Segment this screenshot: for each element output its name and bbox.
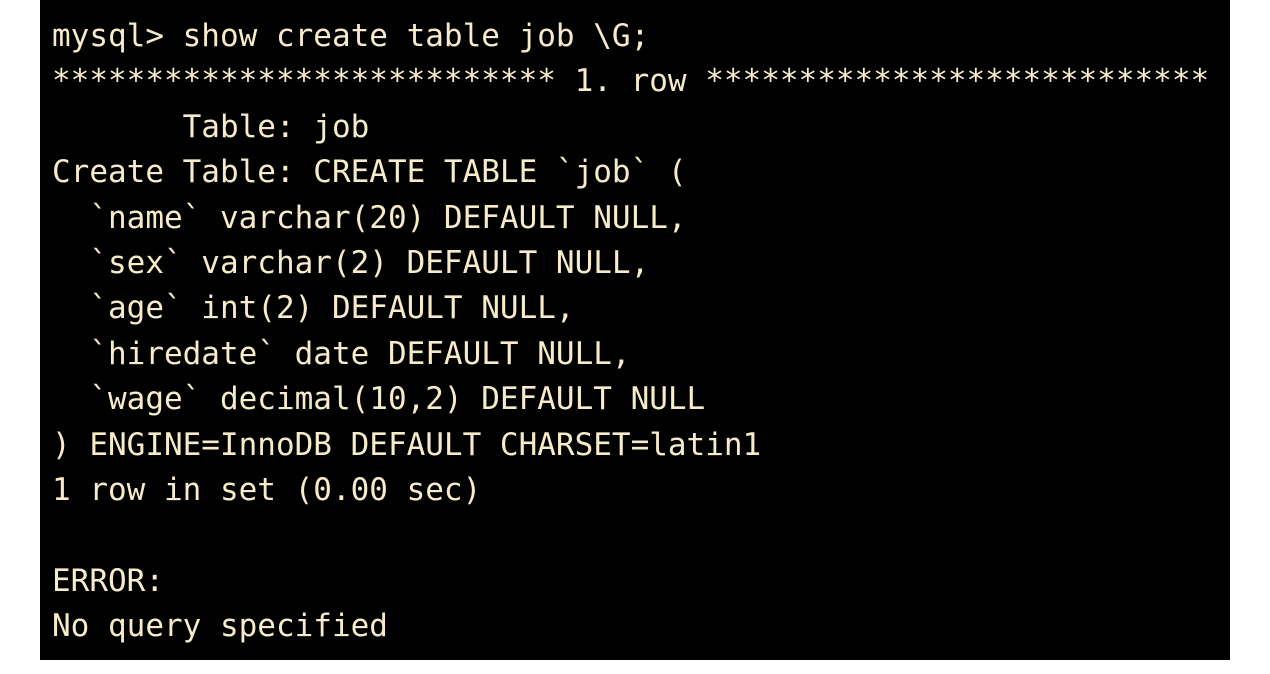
- create-table-line: Create Table: CREATE TABLE `job` (: [52, 154, 687, 191]
- column-definition-hiredate: `hiredate` date DEFAULT NULL,: [52, 335, 631, 372]
- row-count-line: 1 row in set (0.00 sec): [52, 471, 482, 508]
- terminal-window[interactable]: mysql> show create table job \G; *******…: [40, 0, 1230, 660]
- terminal-output: mysql> show create table job \G; *******…: [52, 14, 1230, 649]
- command-prompt-line: mysql> show create table job \G;: [52, 18, 650, 54]
- column-definition-sex: `sex` varchar(2) DEFAULT NULL,: [52, 244, 650, 281]
- table-name-line: Table: job: [52, 108, 370, 145]
- column-definition-wage: `wage` decimal(10,2) DEFAULT NULL: [52, 381, 706, 418]
- column-definition-age: `age` int(2) DEFAULT NULL,: [52, 290, 575, 327]
- engine-charset-line: ) ENGINE=InnoDB DEFAULT CHARSET=latin1: [52, 426, 762, 463]
- row-separator-line: *************************** 1. row *****…: [52, 63, 1210, 100]
- column-definition-name: `name` varchar(20) DEFAULT NULL,: [52, 199, 687, 236]
- error-label-line: ERROR:: [52, 562, 164, 599]
- error-message-line: No query specified: [52, 608, 388, 645]
